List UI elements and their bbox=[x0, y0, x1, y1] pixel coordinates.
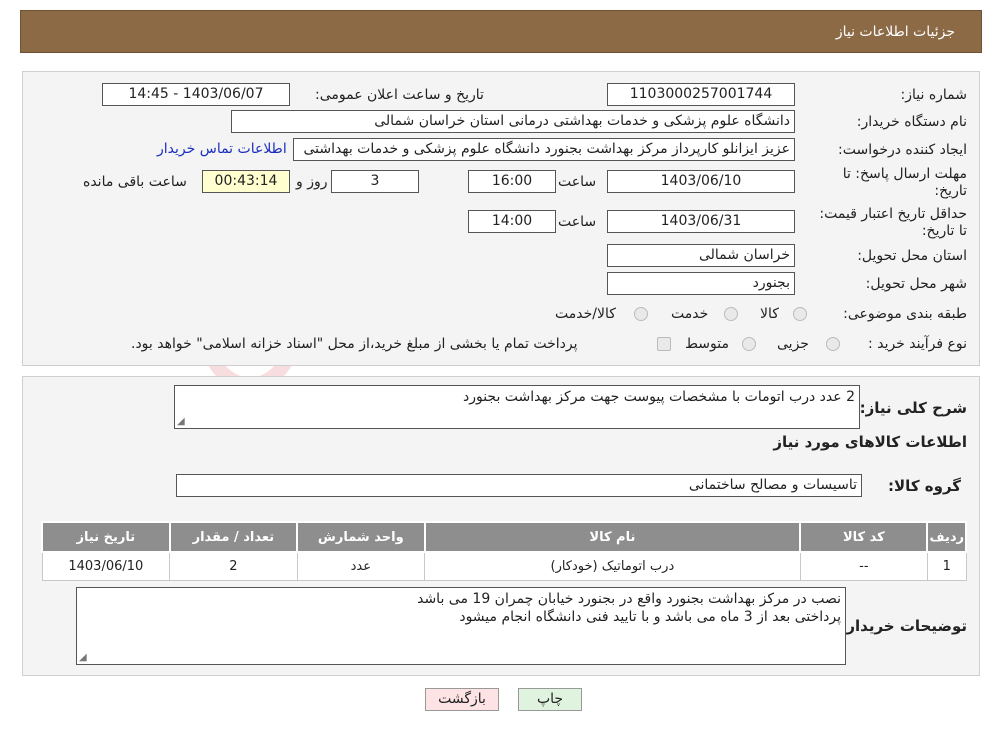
col-unit: واحد شمارش bbox=[296, 521, 426, 553]
cell-name: درب اتوماتیک (خودکار) bbox=[424, 551, 801, 581]
province-label: استان محل تحویل: bbox=[857, 248, 967, 264]
creator-field[interactable]: عزیز ایزانلو کارپرداز مرکز بهداشت بجنورد… bbox=[293, 138, 795, 161]
deadline-label: مهلت ارسال پاسخ: تا تاریخ: bbox=[842, 166, 967, 199]
buyer-org-label: نام دستگاه خریدار: bbox=[856, 114, 967, 130]
goods-group-field[interactable]: تاسیسات و مصالح ساختمانی bbox=[176, 474, 862, 497]
goods-group-label: گروه کالا: bbox=[888, 477, 961, 495]
buyer-org-field[interactable]: دانشگاه علوم پزشکی و خدمات بهداشتی درمان… bbox=[231, 110, 795, 133]
page-title: جزئیات اطلاعات نیاز bbox=[835, 24, 955, 40]
city-label: شهر محل تحویل: bbox=[865, 276, 967, 292]
category-radio-both[interactable] bbox=[634, 307, 648, 321]
announce-label: تاریخ و ساعت اعلان عمومی: bbox=[315, 87, 484, 103]
remaining-time-field: 00:43:14 bbox=[202, 170, 290, 193]
table-row: 1 -- درب اتوماتیک (خودکار) عدد 2 1403/06… bbox=[41, 551, 967, 581]
creator-label: ایجاد کننده درخواست: bbox=[838, 142, 967, 158]
category-radio-goods[interactable] bbox=[793, 307, 807, 321]
province-field[interactable]: خراسان شمالی bbox=[607, 244, 795, 267]
goods-table-header: ردیف کد کالا نام کالا واحد شمارش تعداد /… bbox=[41, 521, 967, 553]
col-code: کد کالا bbox=[799, 521, 929, 553]
category-option-service: خدمت bbox=[671, 306, 709, 322]
goods-info-title: اطلاعات کالاهای مورد نیاز bbox=[773, 433, 967, 451]
need-info-panel: شماره نیاز: 1103000257001744 تاریخ و ساع… bbox=[22, 71, 980, 366]
cell-qty: 2 bbox=[169, 551, 298, 581]
need-number-label: شماره نیاز: bbox=[900, 87, 968, 103]
days-field[interactable]: 3 bbox=[331, 170, 419, 193]
need-number-field[interactable]: 1103000257001744 bbox=[607, 83, 795, 106]
process-treasury-note: پرداخت تمام یا بخشی از مبلغ خرید،از محل … bbox=[131, 336, 578, 352]
need-details-panel: شرح کلی نیاز: 2 عدد درب اتومات با مشخصات… bbox=[22, 376, 980, 676]
process-treasury-checkbox[interactable] bbox=[657, 337, 671, 351]
cell-row: 1 bbox=[926, 551, 967, 581]
resize-grip-icon[interactable]: ◢ bbox=[79, 653, 87, 663]
city-field[interactable]: بجنورد bbox=[607, 272, 795, 295]
page-header: جزئیات اطلاعات نیاز bbox=[20, 10, 982, 53]
category-option-both: کالا/خدمت bbox=[555, 306, 616, 322]
process-label: نوع فرآیند خرید : bbox=[868, 336, 967, 352]
print-button[interactable]: چاپ bbox=[518, 688, 582, 711]
col-row: ردیف bbox=[926, 521, 967, 553]
cell-date: 1403/06/10 bbox=[41, 551, 171, 581]
col-qty: تعداد / مقدار bbox=[168, 521, 299, 553]
deadline-time-label: ساعت bbox=[558, 174, 597, 190]
buyer-notes-label: توضیحات خریدار: bbox=[840, 617, 967, 635]
process-radio-medium[interactable] bbox=[742, 337, 756, 351]
summary-label: شرح کلی نیاز: bbox=[859, 399, 967, 417]
resize-grip-icon[interactable]: ◢ bbox=[177, 417, 185, 427]
validity-time-label: ساعت bbox=[558, 214, 597, 230]
summary-text: 2 عدد درب اتومات با مشخصات پیوست جهت مرک… bbox=[462, 389, 855, 405]
category-label: طبقه بندی موضوعی: bbox=[843, 306, 967, 322]
announce-datetime-field[interactable]: 1403/06/07 - 14:45 bbox=[102, 83, 290, 106]
validity-label: حداقل تاریخ اعتبار قیمت: تا تاریخ: bbox=[819, 206, 967, 239]
validity-date-field[interactable]: 1403/06/31 bbox=[607, 210, 795, 233]
goods-table: ردیف کد کالا نام کالا واحد شمارش تعداد /… bbox=[41, 521, 967, 581]
process-radio-minor[interactable] bbox=[826, 337, 840, 351]
buyer-notes-textarea[interactable]: نصب در مرکز بهداشت بجنورد واقع در بجنورد… bbox=[76, 587, 846, 665]
col-date: تاریخ نیاز bbox=[41, 521, 171, 553]
process-option-minor: جزیی bbox=[777, 336, 809, 352]
summary-textarea[interactable]: 2 عدد درب اتومات با مشخصات پیوست جهت مرک… bbox=[174, 385, 860, 429]
buyer-notes-line-2: پرداختی بعد از 3 ماه می باشد و با تایید … bbox=[459, 609, 841, 625]
remaining-label: ساعت باقی مانده bbox=[83, 174, 187, 190]
buyer-contact-link[interactable]: اطلاعات تماس خریدار bbox=[157, 141, 287, 157]
cell-code: -- bbox=[799, 551, 928, 581]
deadline-time-field[interactable]: 16:00 bbox=[468, 170, 556, 193]
category-radio-service[interactable] bbox=[724, 307, 738, 321]
back-button[interactable]: بازگشت bbox=[425, 688, 499, 711]
validity-time-field[interactable]: 14:00 bbox=[468, 210, 556, 233]
buyer-notes-line-1: نصب در مرکز بهداشت بجنورد واقع در بجنورد… bbox=[417, 591, 841, 607]
category-option-goods: کالا bbox=[760, 306, 779, 322]
col-name: نام کالا bbox=[423, 521, 802, 553]
deadline-date-field[interactable]: 1403/06/10 bbox=[607, 170, 795, 193]
process-option-medium: متوسط bbox=[685, 336, 729, 352]
days-label: روز و bbox=[296, 174, 328, 190]
cell-unit: عدد bbox=[296, 551, 426, 581]
